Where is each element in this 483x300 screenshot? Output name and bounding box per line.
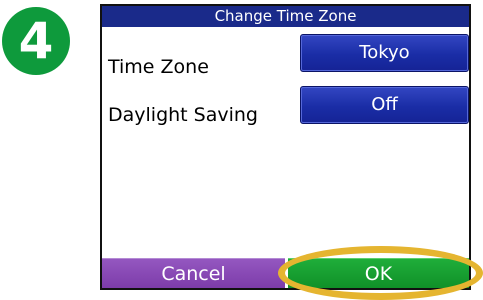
daylight-saving-button[interactable]: Off: [300, 86, 469, 124]
screen-title: Change Time Zone: [102, 6, 469, 27]
daylight-saving-label: Daylight Saving: [108, 104, 258, 126]
time-zone-button[interactable]: Tokyo: [300, 34, 469, 72]
step-number: 4: [18, 12, 54, 70]
time-zone-label: Time Zone: [108, 56, 209, 78]
step-number-badge: 4: [2, 7, 70, 75]
cancel-button[interactable]: Cancel: [102, 258, 285, 288]
ok-highlight-ring: [278, 246, 483, 300]
